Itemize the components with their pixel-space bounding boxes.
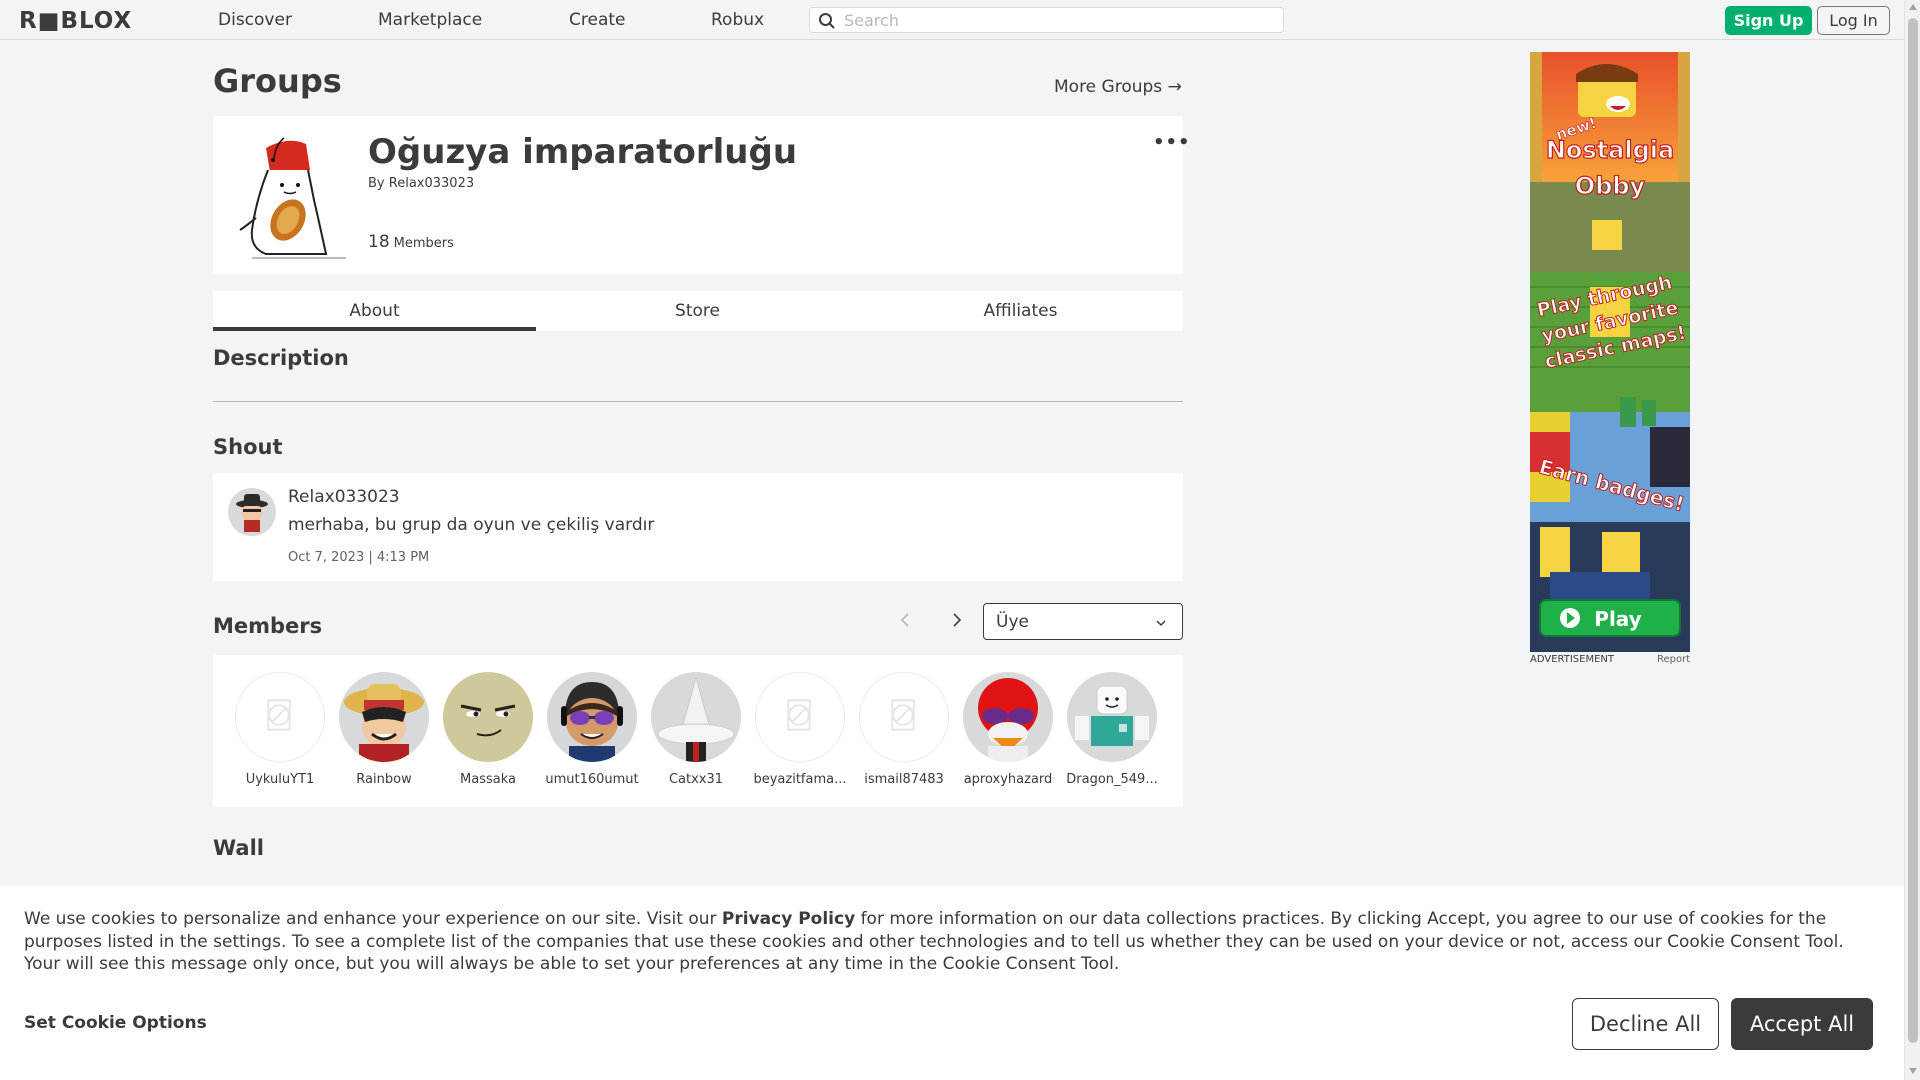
by-label: By <box>368 176 385 191</box>
member-name[interactable]: beyazitfama... <box>748 772 852 787</box>
cookie-message: We use cookies to personalize and enhanc… <box>24 908 1884 976</box>
nav-robux[interactable]: Robux <box>711 10 764 30</box>
group-owner-line: By Relax033023 <box>368 176 474 191</box>
member-name[interactable]: ismail87483 <box>852 772 956 787</box>
cookie-text-part-1: We use cookies to personalize and enhanc… <box>24 909 722 929</box>
members-card: UykuluYT1 Rainbow Massaka umut160umut Ca… <box>213 655 1183 807</box>
members-heading: Members <box>213 614 323 638</box>
member-count-value: 18 <box>368 232 390 252</box>
member-name[interactable]: Rainbow <box>332 772 436 787</box>
shout-username-link[interactable]: Relax033023 <box>288 487 400 507</box>
ad-title-line-2: Obby <box>1575 172 1646 200</box>
member-item[interactable]: aproxyhazard <box>956 672 1060 787</box>
ad-image: new! Nostalgia Obby Play through your fa… <box>1530 52 1690 652</box>
more-groups-link[interactable]: More Groups → <box>1054 77 1182 97</box>
chevron-down-icon <box>1156 620 1166 626</box>
tab-store[interactable]: Store <box>536 291 859 331</box>
member-avatar <box>1067 672 1157 762</box>
divider <box>213 401 1183 402</box>
member-item[interactable]: umut160umut <box>540 672 644 787</box>
advertisement-label: ADVERTISEMENT <box>1530 654 1615 665</box>
sign-up-button[interactable]: Sign Up <box>1725 6 1812 35</box>
tab-about[interactable]: About <box>213 291 536 331</box>
search-input[interactable] <box>844 10 1274 30</box>
member-item[interactable]: Rainbow <box>332 672 436 787</box>
group-name: Oğuzya imparatorluğu <box>368 132 798 172</box>
member-item[interactable]: ismail87483 <box>852 672 956 787</box>
shout-card: Relax033023 merhaba, bu grup da oyun ve … <box>213 473 1183 581</box>
member-item[interactable]: beyazitfama... <box>748 672 852 787</box>
wall-heading: Wall <box>213 836 264 860</box>
group-owner-link[interactable]: Relax033023 <box>389 176 474 191</box>
member-count-label: Members <box>393 236 454 251</box>
decline-all-button[interactable]: Decline All <box>1572 998 1719 1050</box>
privacy-policy-link[interactable]: Privacy Policy <box>722 909 855 929</box>
scroll-up-arrow-icon[interactable] <box>1909 4 1917 10</box>
nav-discover[interactable]: Discover <box>218 10 292 30</box>
group-header-card: Oğuzya imparatorluğu By Relax033023 18 Me… <box>213 116 1190 274</box>
report-ad-link[interactable]: Report <box>1657 654 1690 665</box>
shout-heading: Shout <box>213 435 283 459</box>
scrollbar-thumb[interactable] <box>1908 18 1918 1043</box>
log-in-button[interactable]: Log In <box>1817 6 1890 35</box>
group-emblem-image <box>226 130 356 260</box>
nav-create[interactable]: Create <box>569 10 626 30</box>
more-options-icon[interactable]: ••• <box>1153 132 1191 153</box>
set-cookie-options-link[interactable]: Set Cookie Options <box>24 1013 207 1033</box>
member-name[interactable]: aproxyhazard <box>956 772 1060 787</box>
member-count: 18 Members <box>368 232 454 252</box>
member-avatar <box>651 672 741 762</box>
shout-message: merhaba, bu grup da oyun ve çekiliş vard… <box>288 515 655 535</box>
member-avatar <box>963 672 1053 762</box>
member-item[interactable]: UykuluYT1 <box>228 672 332 787</box>
search-box[interactable] <box>809 7 1284 33</box>
ad-title-line-1: Nostalgia <box>1546 136 1674 164</box>
chevron-right-icon[interactable] <box>946 610 966 630</box>
member-name[interactable]: Massaka <box>436 772 540 787</box>
search-icon <box>819 13 835 29</box>
member-avatar <box>443 672 533 762</box>
scroll-down-arrow-icon[interactable] <box>1909 1068 1917 1074</box>
member-name[interactable]: umut160umut <box>540 772 644 787</box>
shout-date: Oct 7, 2023 | 4:13 PM <box>288 550 430 565</box>
shout-user-avatar[interactable] <box>228 488 276 536</box>
member-name[interactable]: Catxx31 <box>644 772 748 787</box>
role-dropdown[interactable]: Üye <box>983 603 1183 640</box>
accept-all-button[interactable]: Accept All <box>1731 998 1873 1050</box>
chevron-left-icon[interactable] <box>896 610 916 630</box>
member-item[interactable]: Dragon_549... <box>1060 672 1164 787</box>
description-heading: Description <box>213 346 349 370</box>
advertisement-banner[interactable]: new! Nostalgia Obby Play through your fa… <box>1530 52 1690 652</box>
member-name[interactable]: UykuluYT1 <box>228 772 332 787</box>
tab-affiliates[interactable]: Affiliates <box>859 291 1182 331</box>
ad-play-button[interactable]: Play <box>1594 607 1641 631</box>
nav-marketplace[interactable]: Marketplace <box>378 10 482 30</box>
vertical-scrollbar[interactable] <box>1904 0 1920 1080</box>
member-name[interactable]: Dragon_549... <box>1060 772 1164 787</box>
placeholder-avatar-icon <box>755 672 845 762</box>
top-nav: R■BLOX Discover Marketplace Create Robux… <box>0 0 1904 40</box>
group-tabs: About Store Affiliates <box>213 291 1183 331</box>
member-avatar <box>339 672 429 762</box>
placeholder-avatar-icon <box>859 672 949 762</box>
member-item[interactable]: Massaka <box>436 672 540 787</box>
roblox-logo[interactable]: R■BLOX <box>19 8 132 34</box>
member-item[interactable]: Catxx31 <box>644 672 748 787</box>
role-dropdown-value: Üye <box>996 612 1029 632</box>
page-title: Groups <box>213 62 342 100</box>
member-avatar <box>547 672 637 762</box>
placeholder-avatar-icon <box>235 672 325 762</box>
cookie-banner: We use cookies to personalize and enhanc… <box>0 886 1904 1080</box>
